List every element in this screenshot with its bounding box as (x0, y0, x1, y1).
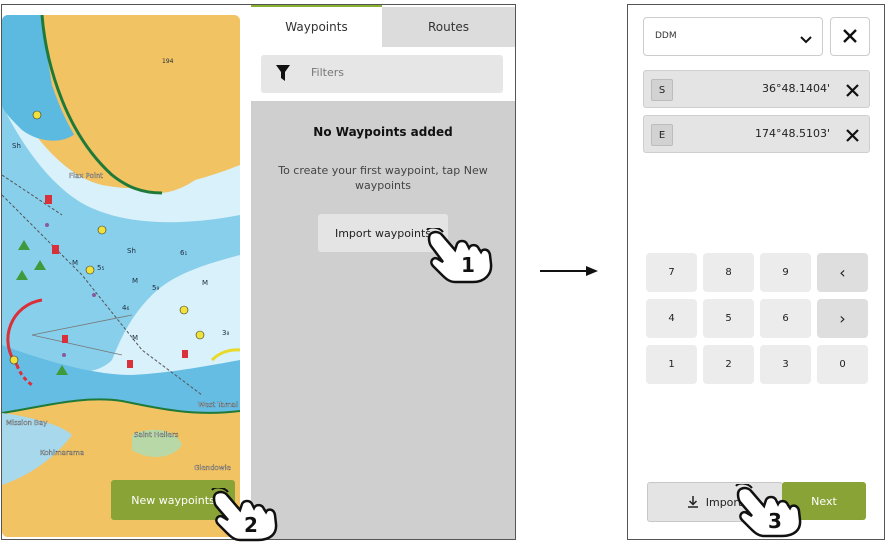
step-number: 1 (461, 253, 475, 277)
area-label: M (132, 277, 138, 285)
coordinate-format-value: DDM (655, 31, 677, 41)
numeric-keypad: 7 8 9 ‹ 4 5 6 › 1 2 3 0 (646, 253, 872, 387)
latitude-row[interactable]: S 36°48.1404' (643, 70, 870, 108)
coordinate-format-select[interactable]: DDM (643, 17, 823, 56)
place-label-glendowie: Glendowie (194, 464, 231, 472)
tab-routes[interactable]: Routes (382, 7, 515, 47)
nautical-chart: 194 Flax Point Sh Sh M M M M 5₅ 5₉ 4₆ 3₈… (2, 15, 240, 537)
close-icon (843, 29, 857, 43)
cursor-left-key[interactable]: ‹ (817, 253, 868, 292)
funnel-icon (276, 65, 290, 85)
tap-hand-icon: 2 (211, 488, 278, 542)
area-label: M (202, 279, 208, 287)
longitude-value: 174°48.5103' (754, 127, 830, 140)
key-4[interactable]: 4 (646, 299, 697, 338)
filter-bar: Filters (251, 47, 515, 101)
key-7[interactable]: 7 (646, 253, 697, 292)
chevron-down-icon (800, 30, 812, 49)
key-9[interactable]: 9 (760, 253, 811, 292)
hemisphere-toggle[interactable]: S (651, 79, 673, 101)
depth-label: 5₅ (97, 264, 104, 272)
key-8[interactable]: 8 (703, 253, 754, 292)
filter-button[interactable]: Filters (261, 55, 503, 93)
coordinate-entry-screen: DDM S 36°48.1404' E 174°48.5103' 7 8 9 ‹… (627, 4, 885, 540)
clear-icon[interactable] (846, 127, 859, 146)
depth-label: 194 (162, 58, 174, 65)
area-label: Sh (12, 142, 21, 150)
tap-hand-icon: 3 (735, 484, 802, 538)
tab-waypoints[interactable]: Waypoints (251, 5, 382, 47)
depth-label: 5₉ (152, 284, 159, 292)
download-icon (687, 496, 698, 508)
place-label-kohimarama: Kohimarama (40, 449, 84, 457)
step-number: 3 (768, 509, 782, 533)
longitude-row[interactable]: E 174°48.5103' (643, 115, 870, 153)
chart-map[interactable]: 194 Flax Point Sh Sh M M M M 5₅ 5₉ 4₆ 3₈… (2, 15, 240, 537)
place-label-saint-heliers: Saint Heliers (134, 431, 179, 439)
filter-label: Filters (311, 66, 344, 79)
key-2[interactable]: 2 (703, 345, 754, 384)
key-3[interactable]: 3 (760, 345, 811, 384)
tab-bar: Waypoints Routes (251, 5, 515, 47)
depth-label: 4₆ (122, 304, 129, 312)
area-label: M (72, 259, 78, 267)
hemisphere-toggle[interactable]: E (651, 124, 673, 146)
empty-state-description: To create your first waypoint, tap New w… (278, 164, 488, 192)
place-label-flax-point: Flax Point (69, 172, 103, 180)
key-5[interactable]: 5 (703, 299, 754, 338)
step-number: 2 (244, 513, 258, 537)
key-0[interactable]: 0 (817, 345, 868, 384)
clear-icon[interactable] (846, 82, 859, 101)
latitude-value: 36°48.1404' (761, 82, 830, 95)
place-label-west-tamaki: West Tamal (198, 401, 238, 409)
place-label-mission-bay: Mission Bay (6, 419, 47, 427)
cursor-right-key[interactable]: › (817, 299, 868, 338)
close-button[interactable] (830, 17, 870, 56)
area-label: Sh (127, 247, 136, 255)
empty-state-title: No Waypoints added (313, 125, 453, 139)
flow-arrow-icon (540, 266, 598, 276)
area-label: M (132, 334, 138, 342)
tap-hand-icon: 1 (426, 228, 493, 284)
key-6[interactable]: 6 (760, 299, 811, 338)
key-1[interactable]: 1 (646, 345, 697, 384)
depth-label: 6₁ (180, 249, 187, 257)
depth-label: 3₈ (222, 329, 229, 337)
